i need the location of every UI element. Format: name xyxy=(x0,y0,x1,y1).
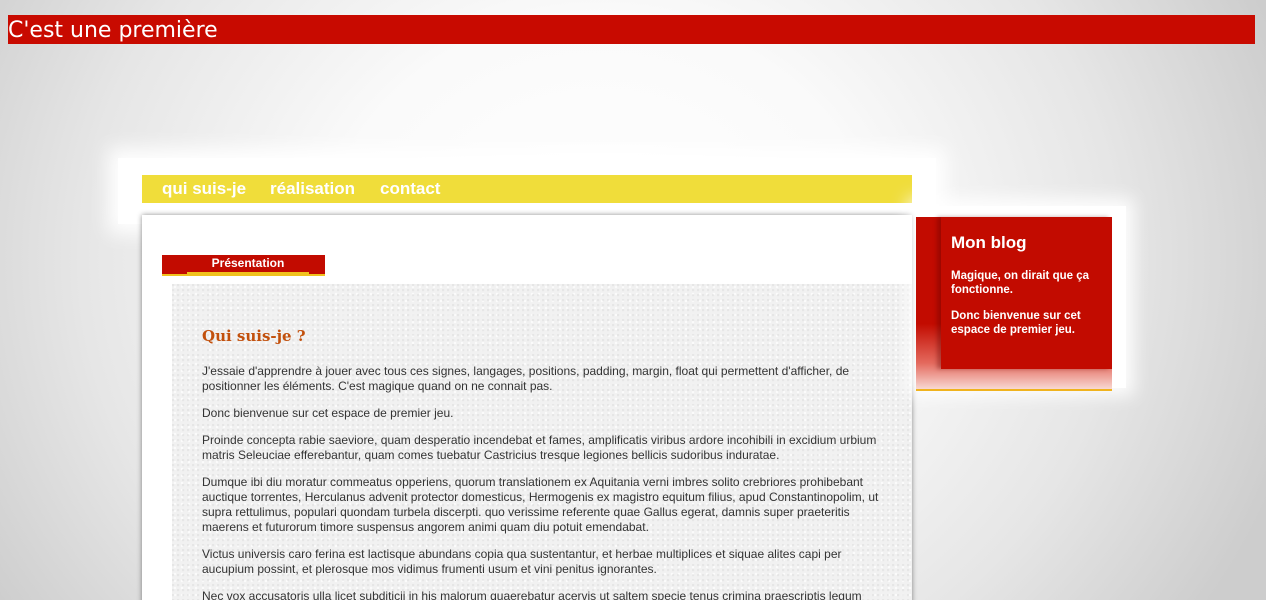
article: Qui suis-je ? J'essaie d'apprendre à jou… xyxy=(172,284,912,600)
blog-sidebar: Mon blog Magique, on dirait que ça fonct… xyxy=(941,217,1112,369)
main-nav: qui suis-je réalisation contact xyxy=(142,175,912,203)
article-paragraph: Proinde concepta rabie saeviore, quam de… xyxy=(202,433,877,462)
article-paragraph: Victus universis caro ferina est lactisq… xyxy=(202,547,842,576)
article-paragraph: Nec vox accusatoris ulla licet subditici… xyxy=(202,589,862,600)
nav-item-realisation[interactable]: réalisation xyxy=(270,179,355,199)
main-content: Présentation Qui suis-je ? J'essaie d'ap… xyxy=(142,215,912,600)
site-title: C'est une première xyxy=(8,15,1255,44)
sidebar-paragraph: Donc bienvenue sur cet espace de premier… xyxy=(951,310,1081,336)
article-paragraph: J'essaie d'apprendre à jouer avec tous c… xyxy=(202,364,850,393)
article-paragraph: Dumque ibi diu moratur commeatus opperie… xyxy=(202,475,879,534)
tab-bar: Présentation xyxy=(162,255,325,276)
tab-presentation[interactable]: Présentation xyxy=(187,255,309,274)
sidebar-paragraph: Magique, on dirait que ça fonctionne. xyxy=(951,270,1090,296)
nav-item-qui-suis-je[interactable]: qui suis-je xyxy=(162,179,246,199)
article-body: Qui suis-je ? J'essaie d'apprendre à jou… xyxy=(202,326,884,600)
article-heading: Qui suis-je ? xyxy=(202,327,306,345)
article-paragraph: Donc bienvenue sur cet espace de premier… xyxy=(202,406,454,420)
nav-item-contact[interactable]: contact xyxy=(380,179,440,199)
sidebar-title: Mon blog xyxy=(951,233,1027,252)
